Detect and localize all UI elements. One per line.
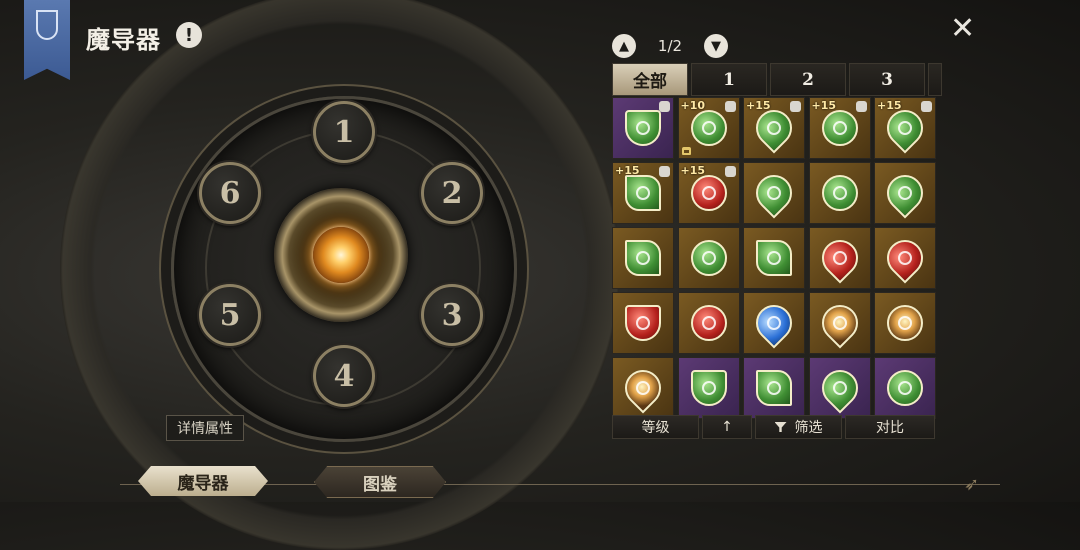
equipped-icon <box>790 101 801 112</box>
green-gem-icon <box>623 108 663 148</box>
green-gem-icon <box>748 102 800 154</box>
lantern-gem-icon <box>814 297 865 349</box>
filter-button[interactable]: 筛选 <box>755 415 842 439</box>
item-slot[interactable] <box>808 162 871 224</box>
green-gem-icon <box>748 167 800 219</box>
slot-3[interactable]: 3 <box>421 284 483 346</box>
slot-5[interactable]: 5 <box>199 284 261 346</box>
arrow-ornament-icon: ➶ <box>964 474 980 495</box>
item-grid: +10 +15 +15 +15 +15 +15 <box>612 97 936 419</box>
item-slot[interactable] <box>874 292 936 354</box>
red-gem-icon <box>814 232 865 284</box>
tab-1[interactable]: 1 <box>691 63 767 96</box>
item-slot[interactable] <box>612 292 674 354</box>
green-gem-icon <box>820 173 860 213</box>
emblem-icon <box>36 10 58 40</box>
slot-6[interactable]: 6 <box>199 162 261 224</box>
green-gem-icon <box>623 173 663 213</box>
item-slot[interactable]: +15 <box>743 97 805 159</box>
item-slot[interactable] <box>743 227 805 289</box>
equipped-icon <box>659 101 670 112</box>
green-gem-icon <box>879 167 931 219</box>
equipped-icon <box>724 101 736 112</box>
item-slot[interactable] <box>874 227 936 289</box>
item-slot[interactable] <box>808 227 871 289</box>
item-slot[interactable] <box>677 227 740 289</box>
blue-gem-icon <box>748 297 800 349</box>
item-slot[interactable] <box>808 292 871 354</box>
enhance-level: +15 <box>680 164 706 177</box>
enhance-level: +15 <box>746 99 771 112</box>
category-tabs: 全部 1 2 3 <box>612 63 942 96</box>
info-button[interactable]: ! <box>176 22 202 48</box>
item-slot[interactable] <box>874 357 936 419</box>
item-slot[interactable]: +15 <box>874 97 936 159</box>
item-slot[interactable]: +15 <box>612 162 674 224</box>
page-indicator: 1/2 <box>657 37 683 55</box>
tab-magic-device[interactable]: 魔导器 <box>138 466 268 496</box>
tab-2[interactable]: 2 <box>770 63 846 96</box>
item-slot[interactable] <box>743 162 805 224</box>
tab-more[interactable] <box>928 63 942 96</box>
compare-button[interactable]: 对比 <box>845 415 935 439</box>
slot-4[interactable]: 4 <box>313 345 375 407</box>
green-gem-icon <box>879 102 931 154</box>
item-slot[interactable] <box>808 357 871 419</box>
green-gem-icon <box>689 108 729 148</box>
tab-codex[interactable]: 图鉴 <box>314 466 446 498</box>
green-gem-icon <box>689 238 729 278</box>
filter-label: 筛选 <box>794 420 823 436</box>
green-gem-icon <box>814 362 865 414</box>
enhance-level: +15 <box>877 99 902 112</box>
green-gem-icon <box>623 238 663 278</box>
enhance-level: +15 <box>811 99 837 112</box>
enhance-level: +10 <box>680 99 706 112</box>
filter-icon <box>774 422 787 432</box>
guild-banner-icon <box>24 0 70 80</box>
equipped-icon <box>659 166 670 177</box>
green-gem-icon <box>754 238 794 278</box>
item-slot[interactable]: +15 <box>677 162 740 224</box>
item-slot[interactable] <box>612 227 674 289</box>
tab-all[interactable]: 全部 <box>612 63 688 96</box>
red-gem-icon <box>623 303 663 343</box>
lantern-gem-icon <box>885 303 925 343</box>
page-title: 魔导器 <box>86 26 161 54</box>
close-button[interactable]: ✕ <box>950 14 975 44</box>
red-gem-icon <box>689 303 729 343</box>
red-gem-icon <box>879 232 931 284</box>
glowing-core-icon <box>313 227 369 283</box>
item-slot[interactable]: +15 <box>808 97 871 159</box>
sort-direction-icon[interactable]: ↑ <box>702 415 752 439</box>
lantern-gem-icon <box>617 362 669 414</box>
sort-by-level-button[interactable]: 等级 <box>612 415 699 439</box>
slot-2[interactable]: 2 <box>421 162 483 224</box>
item-slot[interactable] <box>677 357 740 419</box>
green-gem-icon <box>820 108 860 148</box>
chevron-down-icon[interactable]: ▼ <box>703 34 728 58</box>
chevron-up-icon[interactable]: ▲ <box>612 34 636 58</box>
item-slot[interactable] <box>677 292 740 354</box>
red-gem-icon <box>689 173 729 213</box>
equipped-icon <box>921 101 932 112</box>
lock-icon <box>681 147 691 155</box>
detail-attributes-button[interactable]: 详情属性 <box>166 415 244 441</box>
green-gem-icon <box>754 368 794 408</box>
item-slot[interactable] <box>743 292 805 354</box>
pager: ▲ 1/2 ▼ <box>612 33 728 59</box>
enhance-level: +15 <box>615 164 640 177</box>
item-slot[interactable] <box>612 357 674 419</box>
slot-1[interactable]: 1 <box>313 101 375 163</box>
sort-filter-bar: 等级 ↑ 筛选 对比 <box>612 415 936 439</box>
equipped-icon <box>724 166 736 177</box>
green-gem-icon <box>689 368 729 408</box>
item-slot[interactable] <box>874 162 936 224</box>
green-gem-icon <box>885 368 925 408</box>
item-slot[interactable] <box>743 357 805 419</box>
item-slot[interactable] <box>612 97 674 159</box>
tab-3[interactable]: 3 <box>849 63 925 96</box>
equipped-icon <box>855 101 867 112</box>
item-slot[interactable]: +10 <box>677 97 740 159</box>
